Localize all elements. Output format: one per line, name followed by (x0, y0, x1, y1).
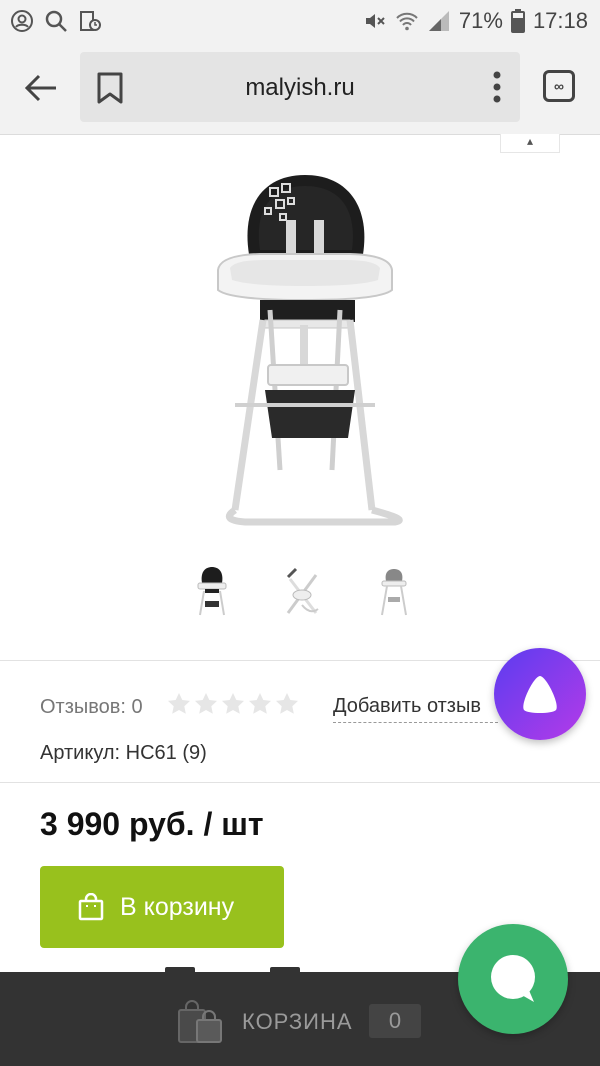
assistant-icon (523, 676, 557, 713)
tabs-button[interactable]: ∞ (543, 70, 575, 102)
clock: 17:18 (532, 8, 588, 33)
account-circle-icon (11, 10, 33, 32)
screenshot-icon (80, 11, 101, 31)
sku-label: Артикул: HC61 (9) (40, 742, 207, 764)
reviews-count: Отзывов: 0 (40, 696, 143, 718)
wifi-icon (396, 12, 418, 31)
star-icon[interactable] (194, 692, 218, 716)
thumbnail-1[interactable] (190, 565, 234, 621)
tabs-button-label: ∞ (554, 78, 564, 94)
star-icon[interactable] (221, 692, 245, 716)
battery-icon (510, 9, 525, 33)
divider (0, 782, 600, 783)
address-bar[interactable]: malyish.ru (80, 52, 520, 122)
search-icon (45, 10, 67, 32)
browser-toolbar: malyish.ru ∞ (0, 44, 600, 135)
rating-stars[interactable] (167, 692, 299, 716)
thumbnail-strip (0, 565, 600, 635)
thumbnail-2[interactable] (280, 565, 324, 621)
url-text[interactable]: malyish.ru (80, 74, 520, 102)
star-icon[interactable] (248, 692, 272, 716)
voice-assistant-button[interactable] (494, 648, 586, 740)
star-icon[interactable] (275, 692, 299, 716)
battery-percent: 71% (458, 8, 503, 33)
signal-icon (428, 11, 449, 31)
cart-label[interactable]: КОРЗИНА (242, 1009, 353, 1035)
more-options-icon[interactable] (492, 70, 502, 104)
cart-count-badge: 0 (369, 1004, 421, 1038)
chat-button[interactable] (458, 924, 568, 1034)
shopping-bag-icon (78, 893, 104, 921)
status-bar: 71% 17:18 (0, 0, 600, 44)
product-image[interactable] (110, 150, 500, 545)
image-control-edge[interactable]: ▴ (500, 134, 560, 153)
back-arrow-icon[interactable] (22, 68, 62, 108)
chevron-up-icon: ▴ (527, 134, 534, 148)
star-icon[interactable] (167, 692, 191, 716)
price: 3 990 руб. / шт (40, 806, 264, 842)
thumbnail-3[interactable] (372, 565, 416, 621)
add-review-link[interactable]: Добавить отзыв (333, 695, 498, 723)
add-to-cart-label: В корзину (120, 892, 235, 921)
chat-bubble-icon (491, 955, 535, 1002)
shopping-bags-icon[interactable] (177, 1000, 223, 1044)
add-to-cart-button[interactable]: В корзину (40, 866, 284, 948)
mute-icon (365, 14, 385, 28)
